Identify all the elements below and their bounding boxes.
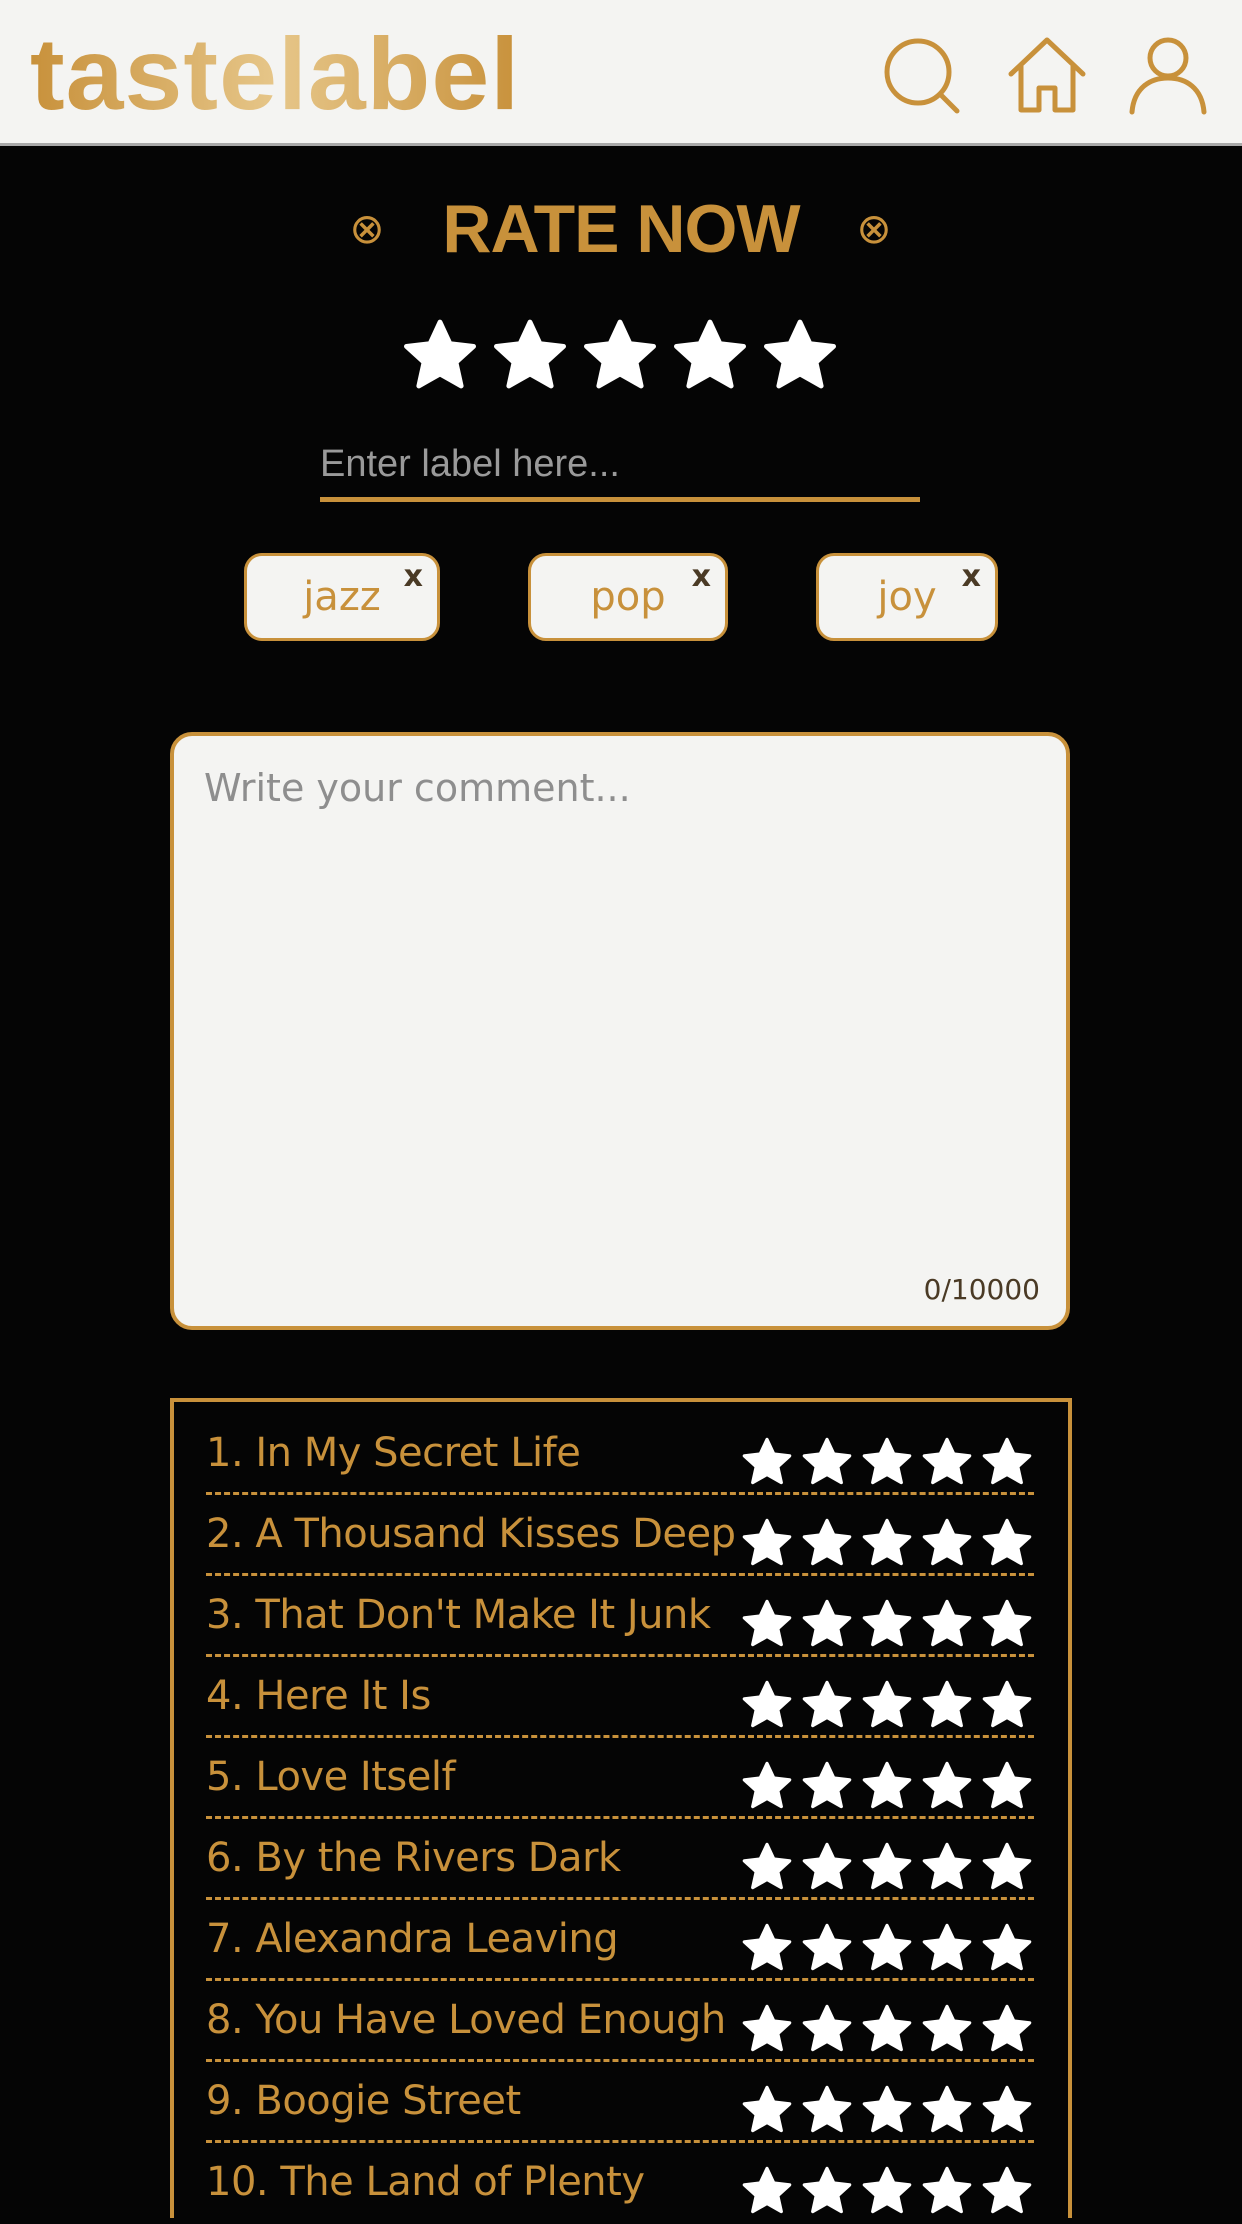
star-icon[interactable] bbox=[800, 1760, 854, 1810]
star-icon[interactable] bbox=[980, 2084, 1034, 2134]
star-icon[interactable] bbox=[860, 2084, 914, 2134]
star-icon[interactable] bbox=[580, 314, 660, 394]
star-icon[interactable] bbox=[920, 2084, 974, 2134]
app-header: tastelabel bbox=[0, 0, 1242, 146]
track-row: 1. In My Secret Life bbox=[206, 1414, 1034, 1495]
tag-jazz[interactable]: jazz x bbox=[244, 553, 440, 641]
user-icon[interactable] bbox=[1124, 34, 1208, 118]
track-star-rating[interactable] bbox=[740, 1517, 1034, 1567]
track-star-rating[interactable] bbox=[740, 1679, 1034, 1729]
star-icon[interactable] bbox=[920, 1436, 974, 1486]
track-row: 6. By the Rivers Dark bbox=[206, 1819, 1034, 1900]
star-icon[interactable] bbox=[920, 1517, 974, 1567]
track-star-rating[interactable] bbox=[740, 1598, 1034, 1648]
track-title: 8. You Have Loved Enough bbox=[206, 1997, 726, 2043]
star-icon[interactable] bbox=[980, 1436, 1034, 1486]
star-icon[interactable] bbox=[920, 2003, 974, 2053]
track-title: 7. Alexandra Leaving bbox=[206, 1916, 619, 1962]
char-counter: 0/10000 bbox=[923, 1273, 1040, 1306]
star-icon[interactable] bbox=[740, 1679, 794, 1729]
star-icon[interactable] bbox=[740, 1841, 794, 1891]
tag-remove-button[interactable]: x bbox=[404, 560, 423, 594]
track-title: 4. Here It Is bbox=[206, 1673, 431, 1719]
star-icon[interactable] bbox=[740, 1598, 794, 1648]
track-row: 4. Here It Is bbox=[206, 1657, 1034, 1738]
tag-remove-button[interactable]: x bbox=[962, 560, 981, 594]
star-icon[interactable] bbox=[920, 1598, 974, 1648]
home-icon[interactable] bbox=[1005, 34, 1089, 118]
star-icon[interactable] bbox=[980, 1760, 1034, 1810]
star-icon[interactable] bbox=[980, 2003, 1034, 2053]
star-icon[interactable] bbox=[800, 2084, 854, 2134]
track-row: 9. Boogie Street bbox=[206, 2062, 1034, 2143]
star-icon[interactable] bbox=[740, 1517, 794, 1567]
star-icon[interactable] bbox=[860, 1598, 914, 1648]
track-title: 10. The Land of Plenty bbox=[206, 2159, 645, 2205]
star-icon[interactable] bbox=[800, 1679, 854, 1729]
star-icon[interactable] bbox=[800, 1598, 854, 1648]
track-row: 7. Alexandra Leaving bbox=[206, 1900, 1034, 1981]
track-star-rating[interactable] bbox=[740, 2003, 1034, 2053]
star-icon[interactable] bbox=[800, 1841, 854, 1891]
track-row: 2. A Thousand Kisses Deep bbox=[206, 1495, 1034, 1576]
track-star-rating[interactable] bbox=[740, 1760, 1034, 1810]
star-icon[interactable] bbox=[860, 1679, 914, 1729]
star-icon[interactable] bbox=[740, 1760, 794, 1810]
track-row: 8. You Have Loved Enough bbox=[206, 1981, 1034, 2062]
logo[interactable]: tastelabel bbox=[30, 14, 520, 134]
track-title: 9. Boogie Street bbox=[206, 2078, 521, 2124]
star-icon[interactable] bbox=[670, 314, 750, 394]
track-title: 3. That Don't Make It Junk bbox=[206, 1592, 711, 1638]
track-title: 5. Love Itself bbox=[206, 1754, 456, 1800]
star-icon[interactable] bbox=[980, 1679, 1034, 1729]
star-icon[interactable] bbox=[920, 1922, 974, 1972]
track-title: 6. By the Rivers Dark bbox=[206, 1835, 621, 1881]
tag-joy[interactable]: joy x bbox=[816, 553, 998, 641]
star-icon[interactable] bbox=[920, 1841, 974, 1891]
star-icon[interactable] bbox=[800, 1922, 854, 1972]
track-title: 1. In My Secret Life bbox=[206, 1430, 581, 1476]
track-star-rating[interactable] bbox=[740, 1922, 1034, 1972]
tag-remove-button[interactable]: x bbox=[692, 560, 711, 594]
tag-pop[interactable]: pop x bbox=[528, 553, 728, 641]
star-icon[interactable] bbox=[920, 1679, 974, 1729]
star-icon[interactable] bbox=[490, 314, 570, 394]
track-list: 1. In My Secret Life 2. A Thousand Kisses… bbox=[170, 1398, 1072, 2218]
page-title: RATE NOW bbox=[442, 191, 800, 267]
track-star-rating[interactable] bbox=[740, 1841, 1034, 1891]
star-icon[interactable] bbox=[860, 1517, 914, 1567]
star-icon[interactable] bbox=[760, 314, 840, 394]
track-star-rating[interactable] bbox=[740, 1436, 1034, 1486]
search-icon[interactable] bbox=[880, 34, 964, 118]
star-icon[interactable] bbox=[980, 1841, 1034, 1891]
star-icon[interactable] bbox=[740, 1436, 794, 1486]
star-icon[interactable] bbox=[980, 1598, 1034, 1648]
comment-box: 0/10000 bbox=[170, 732, 1070, 1330]
track-row: 10. The Land of Plenty bbox=[206, 2143, 1034, 2224]
track-star-rating[interactable] bbox=[740, 2084, 1034, 2134]
star-icon[interactable] bbox=[920, 1760, 974, 1810]
star-icon[interactable] bbox=[860, 1841, 914, 1891]
label-input[interactable] bbox=[320, 432, 920, 502]
star-icon[interactable] bbox=[860, 1436, 914, 1486]
circle-x-icon[interactable]: ⊗ bbox=[854, 208, 894, 250]
track-row: 5. Love Itself bbox=[206, 1738, 1034, 1819]
star-icon[interactable] bbox=[860, 1922, 914, 1972]
star-icon[interactable] bbox=[800, 2003, 854, 2053]
star-icon[interactable] bbox=[740, 2003, 794, 2053]
star-icon[interactable] bbox=[740, 1922, 794, 1972]
star-icon[interactable] bbox=[980, 1517, 1034, 1567]
star-icon[interactable] bbox=[860, 2003, 914, 2053]
star-icon[interactable] bbox=[980, 1922, 1034, 1972]
star-icon[interactable] bbox=[740, 2084, 794, 2134]
star-icon[interactable] bbox=[400, 314, 480, 394]
track-title: 2. A Thousand Kisses Deep bbox=[206, 1511, 736, 1557]
title-row: ⊗ RATE NOW ⊗ bbox=[0, 189, 1242, 269]
star-icon[interactable] bbox=[860, 1760, 914, 1810]
star-icon[interactable] bbox=[800, 1517, 854, 1567]
star-icon[interactable] bbox=[800, 1436, 854, 1486]
main-star-rating[interactable] bbox=[400, 314, 844, 394]
comment-textarea[interactable] bbox=[204, 766, 1034, 1266]
track-row: 3. That Don't Make It Junk bbox=[206, 1576, 1034, 1657]
